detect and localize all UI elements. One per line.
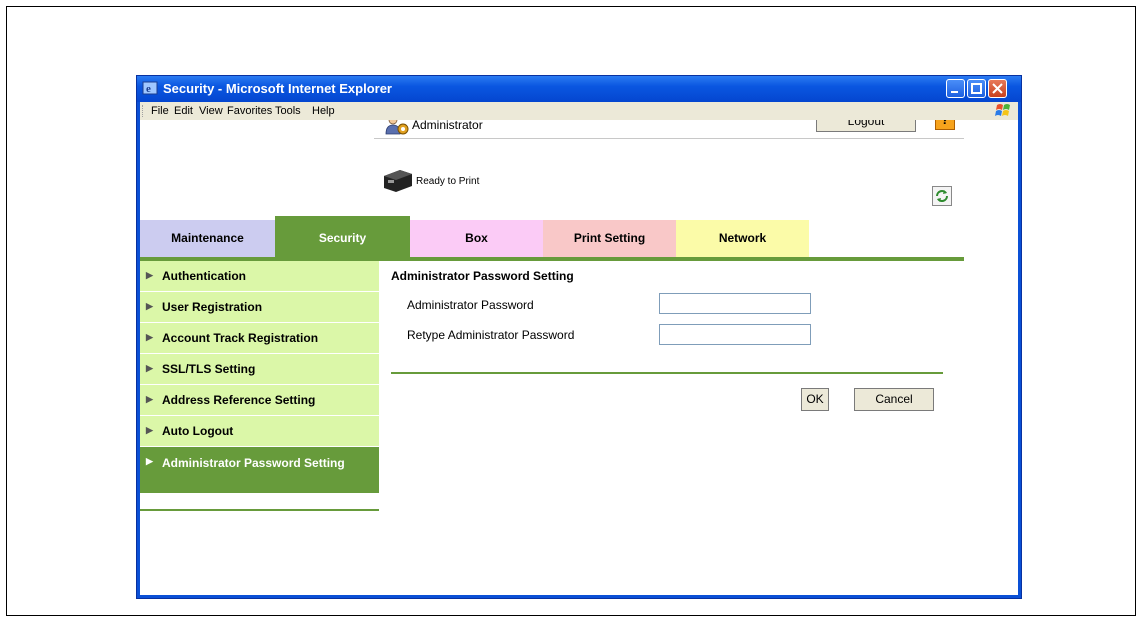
tab-box[interactable]: Box [410, 220, 543, 257]
header-divider [374, 138, 964, 139]
tab-security[interactable]: Security [275, 216, 410, 257]
sidebar-divider [140, 509, 379, 511]
help-button[interactable]: ? [935, 120, 955, 130]
title-bar[interactable]: e Security - Microsoft Internet Explorer [137, 76, 1021, 102]
arrow-right-icon: ▶ [146, 332, 153, 342]
retype-password-field[interactable] [659, 324, 811, 345]
tab-print-setting[interactable]: Print Setting [543, 220, 676, 257]
menu-view[interactable]: View [199, 105, 223, 117]
svg-text:e: e [146, 83, 151, 95]
sidebar-item-user-registration[interactable]: ▶ User Registration [140, 292, 379, 323]
browser-window: e Security - Microsoft Internet Explorer… [136, 75, 1022, 599]
user-name: Administrator [412, 120, 483, 132]
arrow-right-icon: ▶ [146, 425, 153, 435]
sidebar-item-administrator-password-setting[interactable]: ▶ Administrator Password Setting [140, 447, 379, 494]
sidebar-item-auto-logout[interactable]: ▶ Auto Logout [140, 416, 379, 447]
user-icon [385, 120, 409, 135]
menu-edit[interactable]: Edit [174, 105, 193, 117]
logout-button[interactable]: Logout [816, 120, 916, 132]
sidebar-item-label: Administrator Password Setting [162, 456, 345, 470]
password-field[interactable] [659, 293, 811, 314]
sidebar-item-label: User Registration [162, 300, 263, 314]
sidebar-item-label: Address Reference Setting [162, 393, 316, 407]
maximize-button[interactable] [967, 79, 986, 98]
close-button[interactable] [988, 79, 1007, 98]
sidebar: ▶ Authentication ▶ User Registration ▶ A… [140, 261, 379, 494]
sidebar-item-ssl-tls-setting[interactable]: ▶ SSL/TLS Setting [140, 354, 379, 385]
tab-network[interactable]: Network [676, 220, 809, 257]
menu-favorites[interactable]: Favorites [227, 105, 272, 117]
password-label: Administrator Password [407, 298, 534, 312]
menu-tools[interactable]: Tools [275, 105, 301, 117]
minimize-button[interactable] [946, 79, 965, 98]
printer-icon [384, 170, 412, 192]
refresh-icon[interactable] [932, 186, 952, 206]
tab-maintenance[interactable]: Maintenance [140, 220, 275, 257]
retype-password-label: Retype Administrator Password [407, 328, 575, 342]
menu-file[interactable]: File [151, 105, 169, 117]
arrow-right-icon: ▶ [146, 301, 153, 311]
ie-icon: e [142, 81, 158, 95]
sidebar-item-label: Authentication [162, 269, 246, 283]
window-title: Security - Microsoft Internet Explorer [163, 81, 392, 96]
page-content: Administrator Logout ? Ready to Print Ma… [140, 120, 1018, 595]
windows-flag-icon [995, 104, 1010, 116]
menu-help[interactable]: Help [312, 105, 335, 117]
status-text: Ready to Print [416, 176, 480, 187]
sidebar-item-address-reference-setting[interactable]: ▶ Address Reference Setting [140, 385, 379, 416]
cancel-button[interactable]: Cancel [854, 388, 934, 411]
sidebar-item-authentication[interactable]: ▶ Authentication [140, 261, 379, 292]
sidebar-item-account-track-registration[interactable]: ▶ Account Track Registration [140, 323, 379, 354]
sidebar-item-label: Auto Logout [162, 424, 234, 438]
sidebar-item-label: Account Track Registration [162, 331, 319, 345]
menu-bar: File Edit View Favorites Tools Help [140, 102, 1018, 120]
arrow-right-icon: ▶ [146, 270, 153, 280]
sidebar-item-label: SSL/TLS Setting [162, 362, 256, 376]
ok-button[interactable]: OK [801, 388, 829, 411]
arrow-right-icon: ▶ [146, 456, 153, 466]
page-title: Administrator Password Setting [391, 269, 574, 283]
form-divider [391, 372, 943, 374]
menu-grip [142, 105, 145, 117]
arrow-right-icon: ▶ [146, 394, 153, 404]
arrow-right-icon: ▶ [146, 363, 153, 373]
